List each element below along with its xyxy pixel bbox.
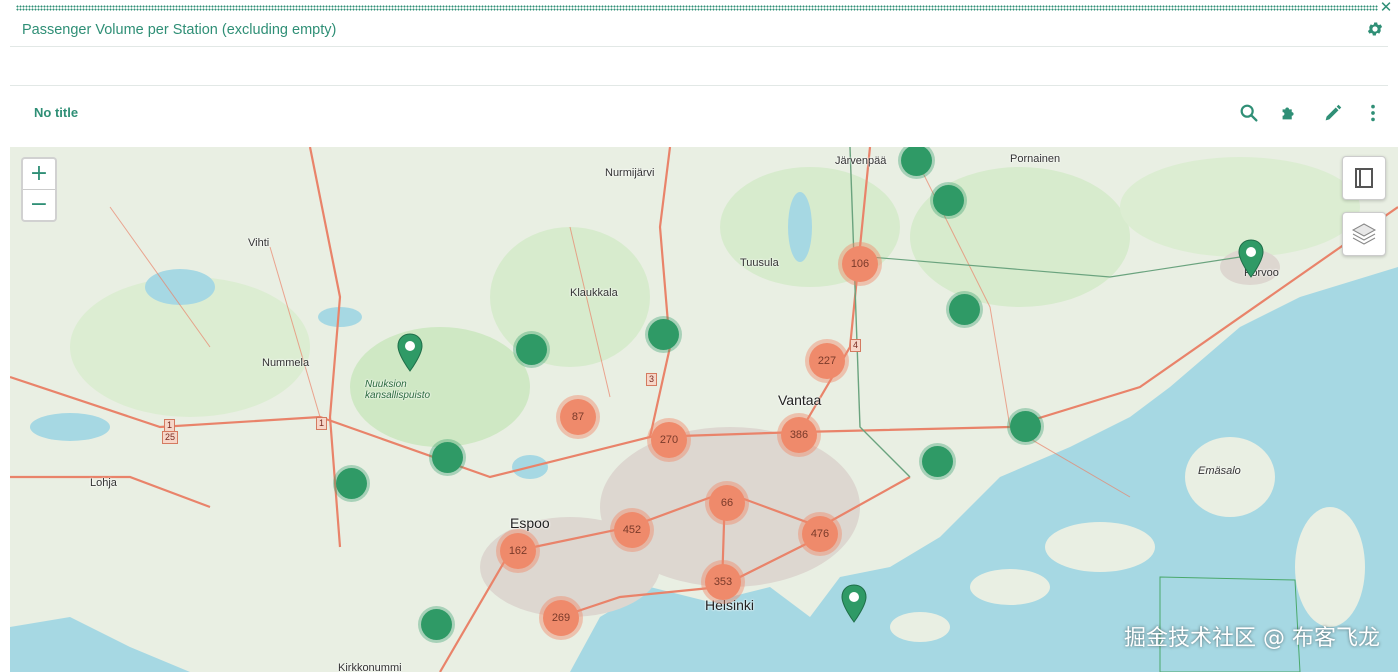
road-shield: 4 bbox=[850, 339, 862, 352]
place-label: Nuuksion kansallispuisto bbox=[365, 379, 431, 401]
legend-book-icon bbox=[1355, 168, 1373, 188]
place-label: Vihti bbox=[248, 237, 270, 249]
place-label: Helsinki bbox=[705, 597, 755, 613]
panel-blank-row bbox=[10, 47, 1388, 86]
road-shield: 3 bbox=[646, 373, 658, 386]
cluster-marker[interactable]: 87 bbox=[560, 399, 596, 435]
layers-button[interactable] bbox=[1342, 212, 1386, 256]
legend-button[interactable] bbox=[1342, 156, 1386, 200]
place-label: Klaukkala bbox=[570, 287, 618, 299]
place-label: Kirkkonummi bbox=[338, 662, 402, 672]
puzzle-icon[interactable] bbox=[1278, 102, 1300, 124]
place-label: Nummela bbox=[262, 357, 310, 369]
place-label: Järvenpää bbox=[835, 155, 887, 167]
station-marker[interactable] bbox=[1010, 411, 1041, 442]
road-shield: 1 bbox=[316, 417, 328, 430]
zoom-in-button[interactable]: + bbox=[23, 159, 55, 189]
map-pin-icon[interactable] bbox=[396, 333, 424, 373]
search-icon[interactable] bbox=[1238, 102, 1260, 124]
zoom-out-button[interactable]: − bbox=[23, 189, 55, 220]
station-marker[interactable] bbox=[421, 609, 452, 640]
zoom-control: + − bbox=[21, 157, 57, 222]
station-marker[interactable] bbox=[432, 442, 463, 473]
map-pin-icon[interactable] bbox=[840, 584, 868, 624]
watermark: 掘金技术社区 @ 布客飞龙 bbox=[1124, 626, 1380, 651]
cluster-marker[interactable]: 353 bbox=[705, 564, 741, 600]
place-label: Vantaa bbox=[778, 392, 822, 408]
station-marker[interactable] bbox=[922, 446, 953, 477]
place-label: Tuusula bbox=[740, 257, 779, 269]
station-marker[interactable] bbox=[516, 334, 547, 365]
cluster-marker[interactable]: 270 bbox=[651, 422, 687, 458]
station-marker[interactable] bbox=[648, 319, 679, 350]
gear-icon[interactable] bbox=[1366, 20, 1384, 38]
road-shield: 25 bbox=[162, 431, 179, 444]
map-title: No title bbox=[34, 105, 79, 120]
cluster-marker[interactable]: 106 bbox=[842, 246, 878, 282]
place-label: Emäsalo bbox=[1198, 465, 1241, 477]
station-marker[interactable] bbox=[336, 468, 367, 499]
cluster-marker[interactable]: 452 bbox=[614, 512, 650, 548]
map-pin-icon[interactable] bbox=[1237, 239, 1265, 279]
map-toolbar: No title bbox=[10, 86, 1388, 146]
map-basemap bbox=[10, 147, 1398, 672]
place-label: Pornainen bbox=[1010, 153, 1061, 165]
cluster-marker[interactable]: 162 bbox=[500, 533, 536, 569]
panel-title: Passenger Volume per Station (excluding … bbox=[22, 22, 337, 38]
place-label: Espoo bbox=[510, 515, 550, 531]
cluster-marker[interactable]: 227 bbox=[809, 343, 845, 379]
station-marker[interactable] bbox=[949, 294, 980, 325]
drag-handle[interactable] bbox=[16, 5, 1378, 11]
cluster-marker[interactable]: 476 bbox=[802, 516, 838, 552]
map-canvas[interactable]: Järvenpää Pornainen Nurmijärvi Vihti Tuu… bbox=[10, 147, 1398, 672]
station-marker[interactable] bbox=[933, 185, 964, 216]
more-vertical-icon[interactable] bbox=[1362, 102, 1384, 124]
cluster-marker[interactable]: 269 bbox=[543, 600, 579, 636]
cluster-marker[interactable]: 386 bbox=[781, 417, 817, 453]
panel-header: Passenger Volume per Station (excluding … bbox=[10, 14, 1388, 47]
pencil-icon[interactable] bbox=[1322, 102, 1344, 124]
layers-icon bbox=[1351, 223, 1377, 245]
place-label: Nurmijärvi bbox=[605, 167, 655, 179]
place-label: Lohja bbox=[90, 477, 117, 489]
cluster-marker[interactable]: 66 bbox=[709, 485, 745, 521]
